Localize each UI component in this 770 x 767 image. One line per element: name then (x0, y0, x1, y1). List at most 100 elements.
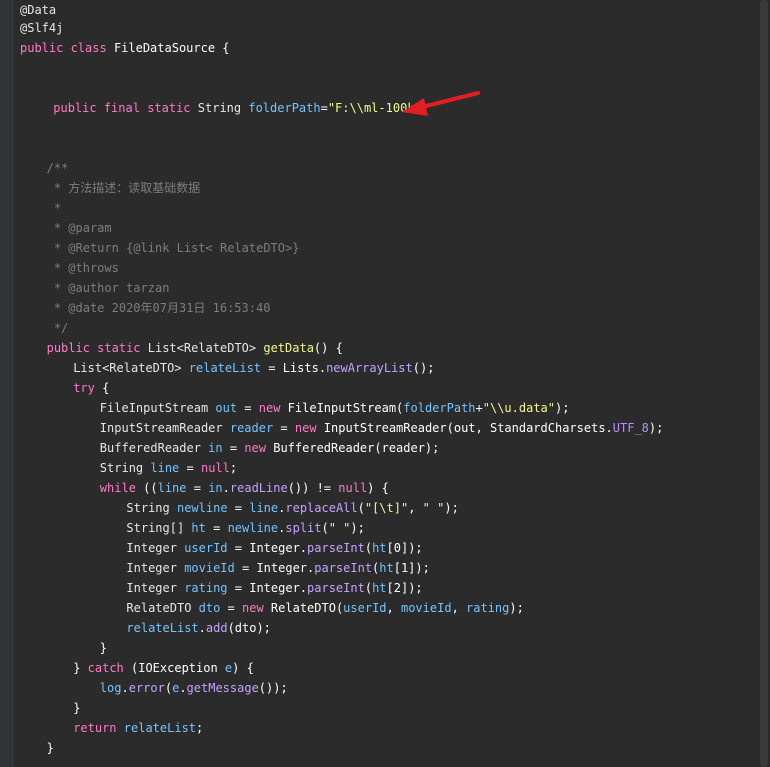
code-text: * @author tarzan (47, 278, 170, 298)
code-text: public static List<RelateDTO> getData() … (47, 338, 343, 358)
vertical-scrollbar[interactable] (758, 0, 770, 767)
code-line[interactable]: 40} (12, 698, 758, 718)
code-token: ); (509, 601, 524, 615)
code-token: readLine (229, 481, 288, 495)
code-line[interactable]: 42} (12, 738, 758, 758)
code-text: BufferedReader in = new BufferedReader(r… (100, 438, 440, 458)
code-token: List<RelateDTO> (73, 361, 189, 375)
code-line[interactable]: 22public static List<RelateDTO> getData(… (12, 338, 758, 358)
code-line[interactable]: 16 * @param (12, 218, 758, 238)
code-line[interactable]: 32Integer userId = Integer.parseInt(ht[0… (12, 538, 758, 558)
code-text: log.error(e.getMessage()); (100, 678, 288, 698)
code-token: split (285, 521, 322, 535)
code-line[interactable]: 13/** (12, 158, 758, 178)
code-token: parseInt (307, 541, 365, 555)
code-line[interactable]: 5@Data (12, 0, 758, 20)
code-token: String (99, 461, 151, 475)
code-line[interactable]: 23List<RelateDTO> relateList = Lists.new… (12, 358, 758, 378)
code-text: * (47, 198, 61, 218)
code-token: ht (372, 581, 387, 595)
code-line[interactable]: 12 (12, 138, 758, 158)
code-line[interactable]: 14 * 方法描述：读取基础数据 (12, 178, 758, 198)
code-text: * @param (47, 218, 112, 238)
code-token: null (200, 461, 230, 475)
code-token: [1]); (393, 561, 430, 575)
code-token: String[] (126, 521, 192, 535)
code-text: * 方法描述：读取基础数据 (47, 178, 200, 198)
code-line[interactable]: 43 (12, 758, 758, 767)
code-token: relateList (126, 621, 199, 635)
code-token: FileDataSource { (113, 41, 230, 55)
code-token: (); (412, 361, 435, 375)
code-token: = (222, 441, 245, 455)
code-line[interactable]: 26InputStreamReader reader = new InputSt… (12, 418, 758, 438)
code-line[interactable]: 17 * @Return {@link List< RelateDTO>} (12, 238, 758, 258)
code-token: String (197, 101, 249, 115)
code-token: class (70, 41, 114, 55)
code-line[interactable]: 31String[] ht = newline.split(" "); (12, 518, 758, 538)
code-token: = Integer. (227, 541, 308, 555)
code-line[interactable]: 30String newline = line.replaceAll("[\t]… (12, 498, 758, 518)
code-token: = Integer. (234, 561, 315, 575)
code-line[interactable]: 18 * @throws (12, 258, 758, 278)
code-token: "[\t]" (364, 501, 409, 515)
code-editor[interactable]: 5@Data6@Slf4j7public class FileDataSourc… (0, 0, 770, 767)
code-token: = (273, 421, 295, 435)
code-line[interactable]: 9 (12, 78, 758, 98)
code-token: error (128, 681, 165, 695)
code-line[interactable]: 25FileInputStream out = new FileInputStr… (12, 398, 758, 418)
code-line[interactable]: 41return relateList; (12, 718, 758, 738)
code-text: } catch (IOException e) { (73, 658, 254, 678)
code-token: in (208, 481, 223, 495)
code-line[interactable]: 15 * (12, 198, 758, 218)
code-line[interactable]: 36relateList.add(dto); (12, 618, 758, 638)
scrollbar-thumb[interactable] (760, 0, 768, 767)
code-line[interactable]: 7public class FileDataSource { (12, 38, 758, 58)
code-token: ( (164, 681, 173, 695)
code-line[interactable]: 19 * @author tarzan (12, 278, 758, 298)
code-line[interactable]: 6@Slf4j (12, 18, 758, 38)
code-token: public (53, 101, 104, 115)
code-line[interactable]: 33Integer movieId = Integer.parseInt(ht[… (12, 558, 758, 578)
code-token: "F:\\ml-100k" (327, 101, 422, 115)
code-token: newline (176, 501, 228, 515)
code-token: new (258, 401, 288, 415)
code-token: (( (143, 481, 158, 495)
code-token: while (99, 481, 144, 495)
code-token: " " (328, 521, 351, 535)
code-line[interactable]: 38} catch (IOException e) { (12, 658, 758, 678)
code-line[interactable]: 37} (12, 638, 758, 658)
code-line[interactable]: 29while ((line = in.readLine()) != null)… (12, 478, 758, 498)
code-token: newline (227, 521, 279, 535)
code-line[interactable]: 11 (12, 118, 758, 138)
code-token: = (237, 401, 259, 415)
code-token: = (186, 481, 209, 495)
code-token: add (205, 621, 228, 635)
code-token: , (408, 501, 423, 515)
code-area[interactable]: 5@Data6@Slf4j7public class FileDataSourc… (12, 0, 758, 767)
code-token: (dto); (227, 621, 271, 635)
code-token: = (220, 601, 243, 615)
code-text: } (73, 698, 80, 718)
code-line[interactable]: 8 (12, 58, 758, 78)
code-line[interactable]: 20 * @date 2020年07月31日 16:53:40 (12, 298, 758, 318)
code-token: public (20, 41, 71, 55)
code-token: getMessage (186, 681, 259, 695)
code-token: log (99, 681, 122, 695)
code-line[interactable]: 39log.error(e.getMessage()); (12, 678, 758, 698)
code-line[interactable]: 27BufferedReader in = new BufferedReader… (12, 438, 758, 458)
code-token: rating (184, 581, 228, 595)
code-line[interactable]: 35RelateDTO dto = new RelateDTO(userId, … (12, 598, 758, 618)
code-line[interactable]: 34Integer rating = Integer.parseInt(ht[2… (12, 578, 758, 598)
code-token: , (386, 601, 401, 615)
code-line[interactable]: 28String line = null; (12, 458, 758, 478)
code-token: List<RelateDTO> (147, 341, 264, 355)
code-token: ()); (258, 681, 288, 695)
code-text: String line = null; (100, 458, 237, 478)
code-token: Integer (126, 561, 185, 575)
code-line[interactable]: 24try { (12, 378, 758, 398)
code-token: . (222, 481, 230, 495)
code-line[interactable]: 21 */ (12, 318, 758, 338)
code-text: return relateList; (73, 718, 203, 738)
code-line[interactable]: 10public final static String folderPath=… (12, 98, 758, 118)
